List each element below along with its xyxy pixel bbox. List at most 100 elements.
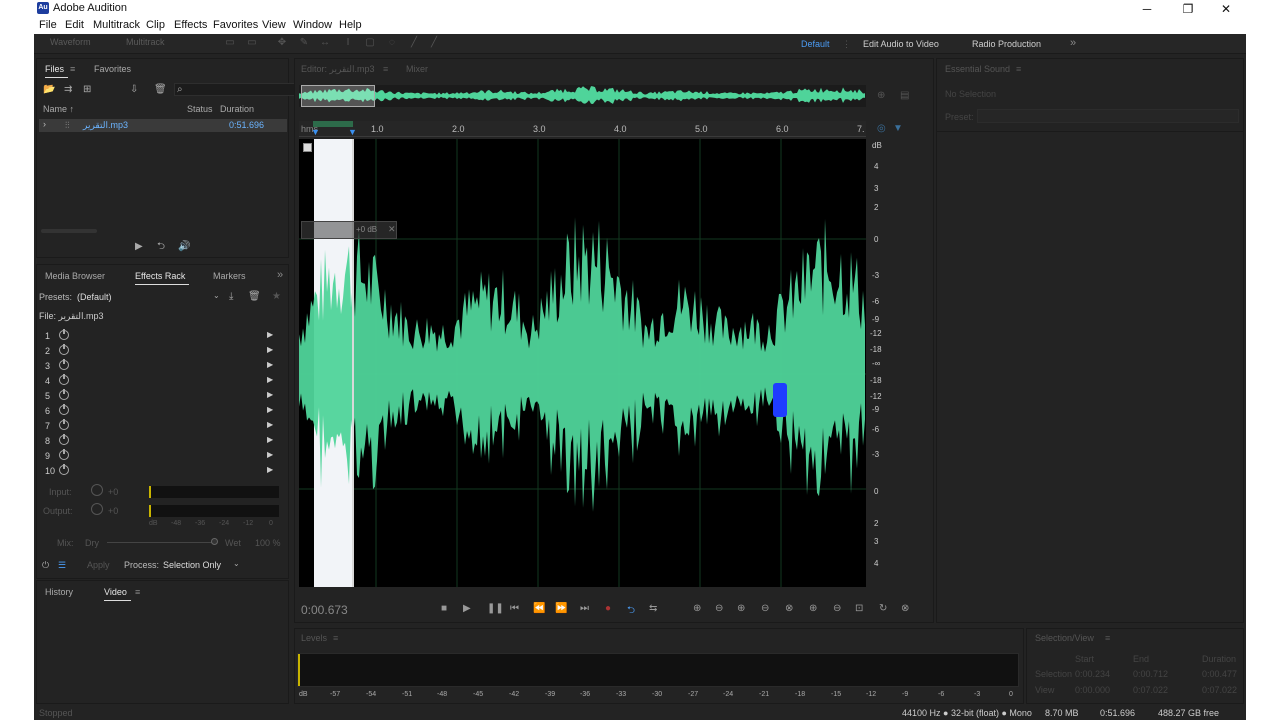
- column-status[interactable]: Status: [187, 104, 213, 114]
- files-panel-menu-icon[interactable]: ≡: [70, 64, 75, 74]
- column-name[interactable]: Name ↑: [43, 104, 74, 114]
- selection-end[interactable]: 0:00.712: [1133, 669, 1168, 679]
- selection-end-handle-icon[interactable]: ▼: [348, 127, 357, 137]
- spectral-display-icon[interactable]: ▭: [224, 37, 236, 49]
- video-panel-menu-icon[interactable]: ≡: [135, 587, 140, 597]
- effect-slot[interactable]: 2 ▶: [45, 344, 273, 359]
- zoom-out-full-icon[interactable]: ⊗: [785, 603, 793, 614]
- tab-favorites[interactable]: Favorites: [94, 64, 131, 74]
- import-file-icon[interactable]: ⇉: [64, 84, 72, 96]
- mix-slider[interactable]: [107, 542, 215, 543]
- menu-favorites[interactable]: Favorites: [213, 19, 258, 31]
- menu-effects[interactable]: Effects: [174, 19, 207, 31]
- delete-file-icon[interactable]: 🗑: [154, 84, 167, 96]
- hud-pin-icon[interactable]: ✕: [388, 224, 396, 235]
- current-time-display[interactable]: 0:00.673: [301, 603, 348, 617]
- zoom-out-point-icon[interactable]: ⊖: [833, 603, 841, 614]
- zoom-overview-icon[interactable]: ⊕: [877, 90, 885, 102]
- input-gain-knob[interactable]: [91, 484, 103, 496]
- spot-healing-tool-icon[interactable]: ╱: [428, 37, 440, 49]
- waveform-display[interactable]: +0 dB ✕: [299, 139, 866, 587]
- move-tool-icon[interactable]: ✥: [276, 37, 288, 49]
- tab-mixer[interactable]: Mixer: [406, 64, 428, 74]
- search-icon[interactable]: ⌕: [177, 84, 183, 96]
- apply-button[interactable]: Apply: [87, 560, 110, 570]
- workspace-default[interactable]: Default: [801, 39, 830, 49]
- zoom-time-icon[interactable]: ◎: [877, 123, 886, 135]
- process-chevron-icon[interactable]: ⌄: [233, 559, 240, 568]
- menu-window[interactable]: Window: [293, 19, 332, 31]
- razor-tool-icon[interactable]: ✎: [298, 37, 310, 49]
- selection-start[interactable]: 0:00.234: [1075, 669, 1110, 679]
- menu-edit[interactable]: Edit: [65, 19, 84, 31]
- menu-help[interactable]: Help: [339, 19, 362, 31]
- effect-slot[interactable]: 4 ▶: [45, 374, 273, 389]
- playhead[interactable]: [352, 139, 354, 587]
- preset-dropdown[interactable]: [977, 109, 1239, 123]
- menu-clip[interactable]: Clip: [146, 19, 165, 31]
- play-icon[interactable]: ▶: [135, 241, 143, 253]
- insert-multitrack-icon[interactable]: ⇩: [130, 84, 138, 96]
- output-gain-knob[interactable]: [91, 503, 103, 515]
- pitch-display-icon[interactable]: ▭: [246, 37, 258, 49]
- rewind-icon[interactable]: ⏪: [533, 603, 545, 614]
- new-file-icon[interactable]: ⊞: [83, 84, 91, 96]
- marquee-tool-icon[interactable]: ▢: [364, 37, 376, 49]
- close-button[interactable]: ✕: [1211, 1, 1241, 17]
- snap-icon[interactable]: ▼: [893, 123, 903, 135]
- brush-tool-icon[interactable]: ╱: [408, 37, 420, 49]
- loop-playback-icon[interactable]: ⮌: [627, 603, 635, 620]
- record-icon[interactable]: ●: [605, 603, 611, 614]
- tab-editor[interactable]: Editor: التقرير.mp3: [301, 64, 374, 75]
- zoom-in-point-icon[interactable]: ⊕: [809, 603, 817, 614]
- skip-to-end-icon[interactable]: ⏭: [580, 603, 589, 614]
- editor-panel-menu-icon[interactable]: ≡: [383, 64, 388, 74]
- loop-icon[interactable]: ⮌: [157, 241, 165, 253]
- mix-slider-handle[interactable]: [211, 538, 218, 545]
- rack-power-icon[interactable]: ⏻: [42, 559, 49, 571]
- zoom-in-amplitude-icon[interactable]: ⊕: [693, 603, 701, 614]
- fast-forward-icon[interactable]: ⏩: [555, 603, 567, 614]
- skip-selection-icon[interactable]: ⇆: [649, 603, 657, 614]
- lasso-tool-icon[interactable]: ◌: [386, 37, 398, 49]
- stop-icon[interactable]: ■: [441, 603, 447, 614]
- essential-sound-menu-icon[interactable]: ≡: [1016, 64, 1021, 74]
- column-duration[interactable]: Duration: [220, 104, 254, 114]
- menu-view[interactable]: View: [262, 19, 286, 31]
- tab-files[interactable]: Files: [45, 64, 69, 78]
- tab-video[interactable]: Video: [104, 587, 131, 601]
- tab-effects-rack[interactable]: Effects Rack: [135, 271, 190, 285]
- time-selection-tool-icon[interactable]: I: [342, 37, 354, 49]
- menu-multitrack[interactable]: Multitrack: [93, 19, 140, 31]
- more-workspaces-icon[interactable]: »: [1070, 37, 1076, 49]
- selection-start-handle-icon[interactable]: ▼: [311, 127, 320, 137]
- open-file-icon[interactable]: 📂: [43, 84, 55, 96]
- rack-list-icon[interactable]: ☰: [58, 559, 66, 571]
- zoom-out-amplitude-icon[interactable]: ⊖: [715, 603, 723, 614]
- selection-duration[interactable]: 0:00.477: [1202, 669, 1237, 679]
- process-dropdown[interactable]: Selection Only: [163, 560, 221, 570]
- waveform-view-button[interactable]: Waveform: [50, 37, 91, 47]
- file-row[interactable]: › ⫶⫶ التقرير.mp3 0:51.696: [39, 119, 287, 132]
- waveform-overview[interactable]: [299, 85, 866, 107]
- zoom-in-time-icon[interactable]: ⊕: [737, 603, 745, 614]
- essential-sound-title[interactable]: Essential Sound: [945, 64, 1010, 74]
- expand-chevron-icon[interactable]: ›: [43, 119, 46, 129]
- zoom-all-icon[interactable]: ⊗: [901, 603, 909, 614]
- tab-history[interactable]: History: [45, 587, 73, 597]
- effect-slot[interactable]: 8 ▶: [45, 434, 273, 449]
- zoom-out-time-icon[interactable]: ⊖: [761, 603, 769, 614]
- workspace-radio-production[interactable]: Radio Production: [972, 39, 1041, 49]
- presets-dropdown[interactable]: (Default): [77, 292, 112, 302]
- slip-tool-icon[interactable]: ↔: [319, 37, 331, 49]
- skip-to-start-icon[interactable]: ⏮: [510, 603, 519, 614]
- view-duration[interactable]: 0:07.022: [1202, 685, 1237, 695]
- chevron-down-icon[interactable]: ⌄: [213, 291, 220, 300]
- files-scrollbar[interactable]: [41, 229, 97, 233]
- workspace-edit-audio-to-video[interactable]: Edit Audio to Video: [863, 39, 939, 49]
- delete-preset-icon[interactable]: 🗑: [248, 291, 261, 303]
- effect-slot[interactable]: 9 ▶: [45, 449, 273, 464]
- tab-media-browser[interactable]: Media Browser: [45, 271, 105, 281]
- overview-toggle-icon[interactable]: ▤: [900, 90, 909, 102]
- autoplay-icon[interactable]: 🔊: [178, 241, 190, 253]
